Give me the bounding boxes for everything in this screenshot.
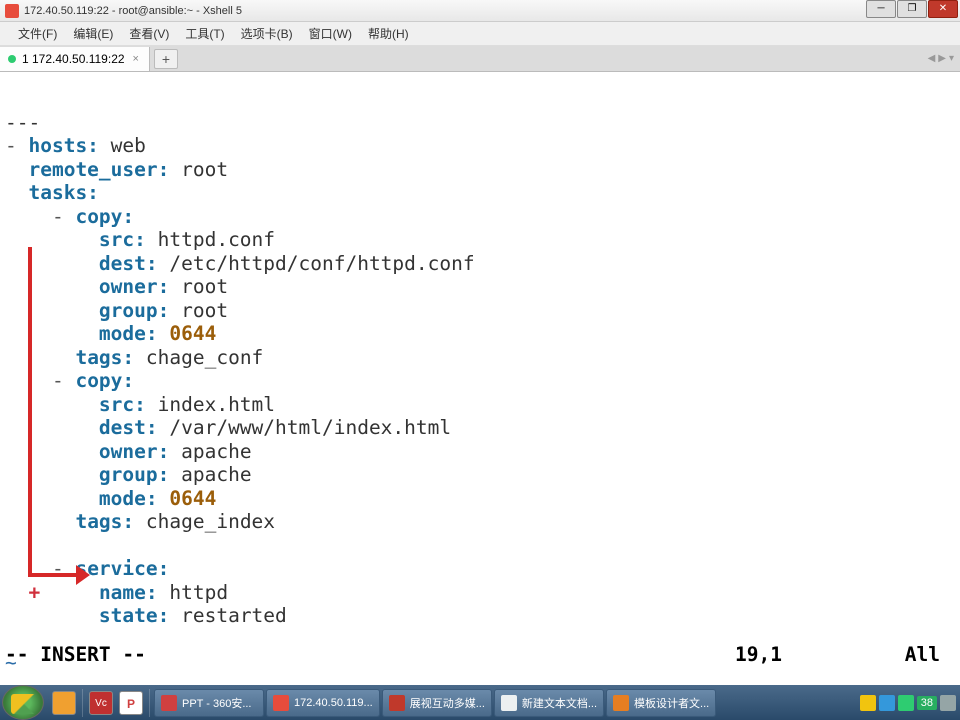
maximize-button[interactable]: ❐ — [897, 0, 927, 18]
tab-label: 1 172.40.50.119:22 — [22, 52, 125, 66]
taskbar-item[interactable]: 172.40.50.119... — [266, 689, 380, 717]
connection-status-icon — [8, 55, 16, 63]
tray-icon[interactable] — [879, 695, 895, 711]
scroll-position: All — [905, 643, 940, 666]
tray-icon[interactable] — [898, 695, 914, 711]
tab-nav: ◀ ▶ ▾ — [928, 53, 954, 64]
menu-tools[interactable]: 工具(T) — [177, 22, 232, 45]
quick-launch-icon[interactable]: Vc — [89, 691, 113, 715]
menu-help[interactable]: 帮助(H) — [360, 22, 417, 45]
new-tab-button[interactable]: + — [154, 49, 178, 69]
vim-status-line: -- INSERT -- 19,1 All — [5, 643, 955, 666]
app-icon — [5, 4, 19, 18]
taskbar-item[interactable]: 新建文本文档... — [494, 689, 604, 717]
quick-launch-icon[interactable] — [52, 691, 76, 715]
start-button[interactable] — [2, 685, 44, 720]
cursor-position: 19,1 — [735, 643, 782, 666]
cursor-marker: + — [28, 581, 40, 604]
menu-window[interactable]: 窗口(W) — [301, 22, 360, 45]
menu-file[interactable]: 文件(F) — [10, 22, 65, 45]
title-bar: 172.40.50.119:22 - root@ansible:~ - Xshe… — [0, 0, 960, 22]
tray-icon[interactable] — [940, 695, 956, 711]
window-controls: ─ ❐ ✕ — [865, 0, 958, 18]
tab-dropdown-icon[interactable]: ▾ — [949, 53, 954, 64]
taskbar-item[interactable]: 模板设计者文... — [606, 689, 716, 717]
menu-tabs[interactable]: 选项卡(B) — [233, 22, 301, 45]
quick-launch-icon[interactable]: P — [119, 691, 143, 715]
tab-close-icon[interactable]: × — [133, 53, 139, 65]
tab-next-icon[interactable]: ▶ — [938, 53, 946, 64]
tray-icon[interactable] — [860, 695, 876, 711]
taskbar-item[interactable]: 展视互动多媒... — [382, 689, 492, 717]
session-tab[interactable]: 1 172.40.50.119:22 × — [0, 47, 150, 71]
menu-bar: 文件(F) 编辑(E) 查看(V) 工具(T) 选项卡(B) 窗口(W) 帮助(… — [0, 22, 960, 46]
window-title: 172.40.50.119:22 - root@ansible:~ - Xshe… — [24, 5, 242, 17]
annotation-arrow — [28, 247, 88, 592]
system-tray[interactable]: 38 — [860, 695, 960, 711]
vim-mode: -- INSERT -- — [5, 643, 146, 666]
windows-taskbar: Vc P PPT - 360安... 172.40.50.119... 展视互动… — [0, 685, 960, 720]
tray-badge[interactable]: 38 — [917, 696, 937, 710]
close-button[interactable]: ✕ — [928, 0, 958, 18]
tab-prev-icon[interactable]: ◀ — [928, 53, 936, 64]
taskbar-item[interactable]: PPT - 360安... — [154, 689, 264, 717]
menu-view[interactable]: 查看(V) — [121, 22, 177, 45]
minimize-button[interactable]: ─ — [866, 0, 896, 18]
terminal-editor[interactable]: --- - hosts: web remote_user: root tasks… — [0, 72, 960, 713]
menu-edit[interactable]: 编辑(E) — [65, 22, 121, 45]
tab-bar: 1 172.40.50.119:22 × + ◀ ▶ ▾ — [0, 46, 960, 72]
